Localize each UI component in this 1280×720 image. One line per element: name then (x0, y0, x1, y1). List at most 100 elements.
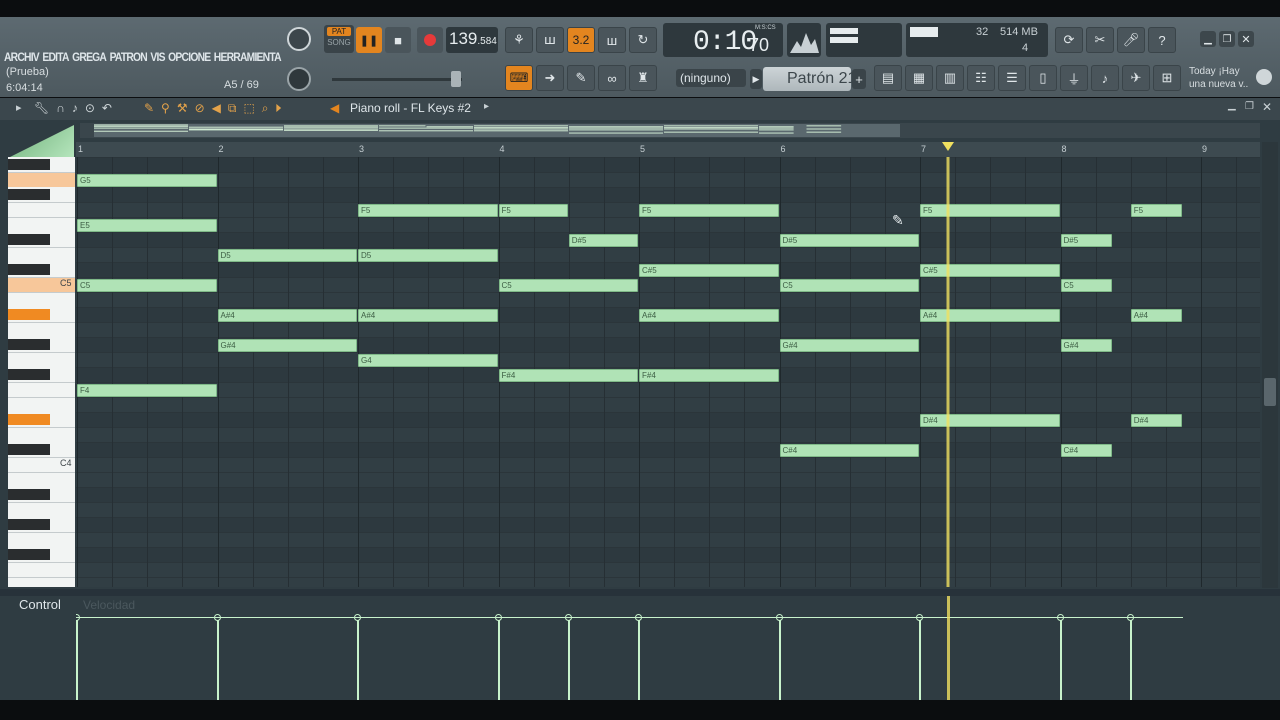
tempo-tap-button[interactable]: ♪ (1091, 65, 1119, 91)
black-key[interactable] (8, 489, 50, 500)
note[interactable]: C5 (779, 279, 919, 292)
menu-archivo[interactable]: ARCHIV (4, 50, 40, 66)
pattern-prev-button[interactable]: ▶ (750, 69, 762, 89)
note[interactable]: F#4 (639, 369, 779, 382)
export-button[interactable]: ✈ (1122, 65, 1150, 91)
black-key[interactable] (8, 234, 50, 245)
pause-button[interactable]: ❚❚ (356, 27, 382, 53)
add-pattern-button[interactable]: + (852, 69, 866, 89)
note[interactable]: C#4 (1060, 444, 1113, 457)
note[interactable]: C#5 (639, 264, 779, 277)
project-info-button[interactable]: ▯ (1029, 65, 1057, 91)
shop-button[interactable]: ⊞ (1153, 65, 1181, 91)
stamp-button[interactable]: ♜ (629, 65, 657, 91)
piano-keyboard[interactable]: C5 C4 (8, 157, 75, 587)
velocity-lane[interactable] (76, 596, 1260, 700)
note[interactable]: C5 (498, 279, 638, 292)
velocity-stem[interactable] (778, 618, 781, 700)
overview-strip[interactable] (80, 123, 1260, 138)
note[interactable]: F#4 (498, 369, 638, 382)
globe-icon[interactable] (1256, 69, 1272, 85)
zoom-corner[interactable] (8, 125, 74, 158)
black-key[interactable] (8, 309, 50, 320)
window-minimize-button[interactable]: ▁ (1200, 31, 1216, 47)
note[interactable]: D#5 (1060, 234, 1113, 247)
black-key[interactable] (8, 369, 50, 380)
menu-agrega[interactable]: GREGA (72, 50, 107, 66)
panel-divider[interactable] (0, 589, 1280, 596)
timeline-ruler[interactable]: 1 2 3 4 5 6 7 8 9 (76, 142, 1260, 157)
black-key[interactable] (8, 414, 50, 425)
piano-roll-title[interactable]: Piano roll - FL Keys #2 (350, 101, 471, 115)
channel-dropdown[interactable]: (ninguno) (676, 69, 746, 87)
note[interactable]: F5 (920, 204, 1060, 217)
black-key[interactable] (8, 444, 50, 455)
note[interactable]: G#4 (217, 339, 357, 352)
note[interactable]: C5 (1060, 279, 1113, 292)
menu-vista[interactable]: VIS (150, 50, 165, 66)
mixer-button[interactable]: ☷ (967, 65, 995, 91)
note[interactable]: A#4 (1130, 309, 1183, 322)
news-panel[interactable]: Today ¡Hay una nueva v.. (1189, 65, 1248, 91)
note[interactable]: A#4 (920, 309, 1060, 322)
stop-button[interactable]: ■ (385, 27, 411, 53)
note[interactable]: C5 (77, 279, 217, 292)
note[interactable]: D#5 (568, 234, 638, 247)
velocity-stem[interactable] (567, 618, 570, 700)
link-button[interactable]: ∞ (598, 65, 626, 91)
pencil-mode-button[interactable]: ✎ (567, 65, 595, 91)
channel-rack-button[interactable]: ▥ (936, 65, 964, 91)
velocity-stem[interactable] (1129, 618, 1132, 700)
velocity-stem[interactable] (76, 618, 78, 700)
note[interactable]: E5 (77, 219, 217, 232)
menu-arrow-icon[interactable]: ▸ (16, 101, 22, 114)
tool-icons[interactable]: 🔧︎∩♪⊙↶ (34, 101, 119, 115)
slider-handle[interactable] (451, 71, 461, 87)
note-grid[interactable]: G5 E5 C5 F4 D5 A#4 G#4 F5 D5 A#4 G4 F5 C5 F#4 D#5 F5 C#5… (76, 157, 1260, 587)
vertical-scroll-thumb[interactable] (1264, 378, 1276, 406)
note[interactable]: A#4 (639, 309, 779, 322)
note[interactable]: G#4 (779, 339, 919, 352)
note[interactable]: G#4 (1060, 339, 1113, 352)
note[interactable]: C#5 (920, 264, 1060, 277)
plugin-button[interactable]: ⏚ (1060, 65, 1088, 91)
metronome-button[interactable]: ⚘ (505, 27, 533, 53)
black-key[interactable] (8, 519, 50, 530)
menu-edita[interactable]: EDITA (42, 50, 69, 66)
note[interactable]: F4 (77, 384, 217, 397)
black-key[interactable] (8, 339, 50, 350)
note[interactable]: D#5 (779, 234, 919, 247)
pattern-selector[interactable]: Patrón 21 (763, 67, 856, 91)
online-button[interactable]: ⟳ (1055, 27, 1083, 53)
velocity-stem[interactable] (919, 618, 921, 700)
menu-patron[interactable]: PATRON (110, 50, 148, 66)
record-button[interactable] (417, 27, 443, 53)
note[interactable]: F5 (1130, 204, 1183, 217)
mic-button[interactable]: 🎤︎ (1117, 27, 1145, 53)
master-pitch-knob[interactable] (287, 67, 311, 91)
snap-button[interactable]: ➜ (536, 65, 564, 91)
playlist-button[interactable]: ▤ (874, 65, 902, 91)
black-key[interactable] (8, 549, 50, 560)
velocity-stem[interactable] (638, 618, 640, 700)
note[interactable]: A#4 (217, 309, 357, 322)
playhead[interactable] (946, 157, 951, 587)
browser-button[interactable]: ☰ (998, 65, 1026, 91)
master-volume-knob[interactable] (287, 27, 311, 51)
black-key[interactable] (8, 159, 50, 170)
menu-opciones[interactable]: OPCIONE (168, 50, 211, 66)
note[interactable]: G4 (358, 354, 498, 367)
velocity-stem[interactable] (497, 618, 500, 700)
pr-maximize-icon[interactable]: ❐ (1245, 101, 1254, 112)
velocity-stem[interactable] (216, 618, 219, 700)
blend-notes-button[interactable]: ш (598, 27, 626, 53)
help-button[interactable]: ? (1148, 27, 1176, 53)
note[interactable]: C#4 (779, 444, 919, 457)
window-close-button[interactable]: ✕ (1238, 31, 1254, 47)
note[interactable]: D5 (217, 249, 357, 262)
countdown-button[interactable]: 3.2 (567, 27, 595, 53)
tempo-display[interactable]: 139.584 (446, 27, 498, 53)
window-maximize-button[interactable]: ❐ (1219, 31, 1235, 47)
menu-herramientas[interactable]: HERRAMIENTA (214, 50, 282, 66)
typing-keyboard-button[interactable]: ⌨ (505, 65, 533, 91)
